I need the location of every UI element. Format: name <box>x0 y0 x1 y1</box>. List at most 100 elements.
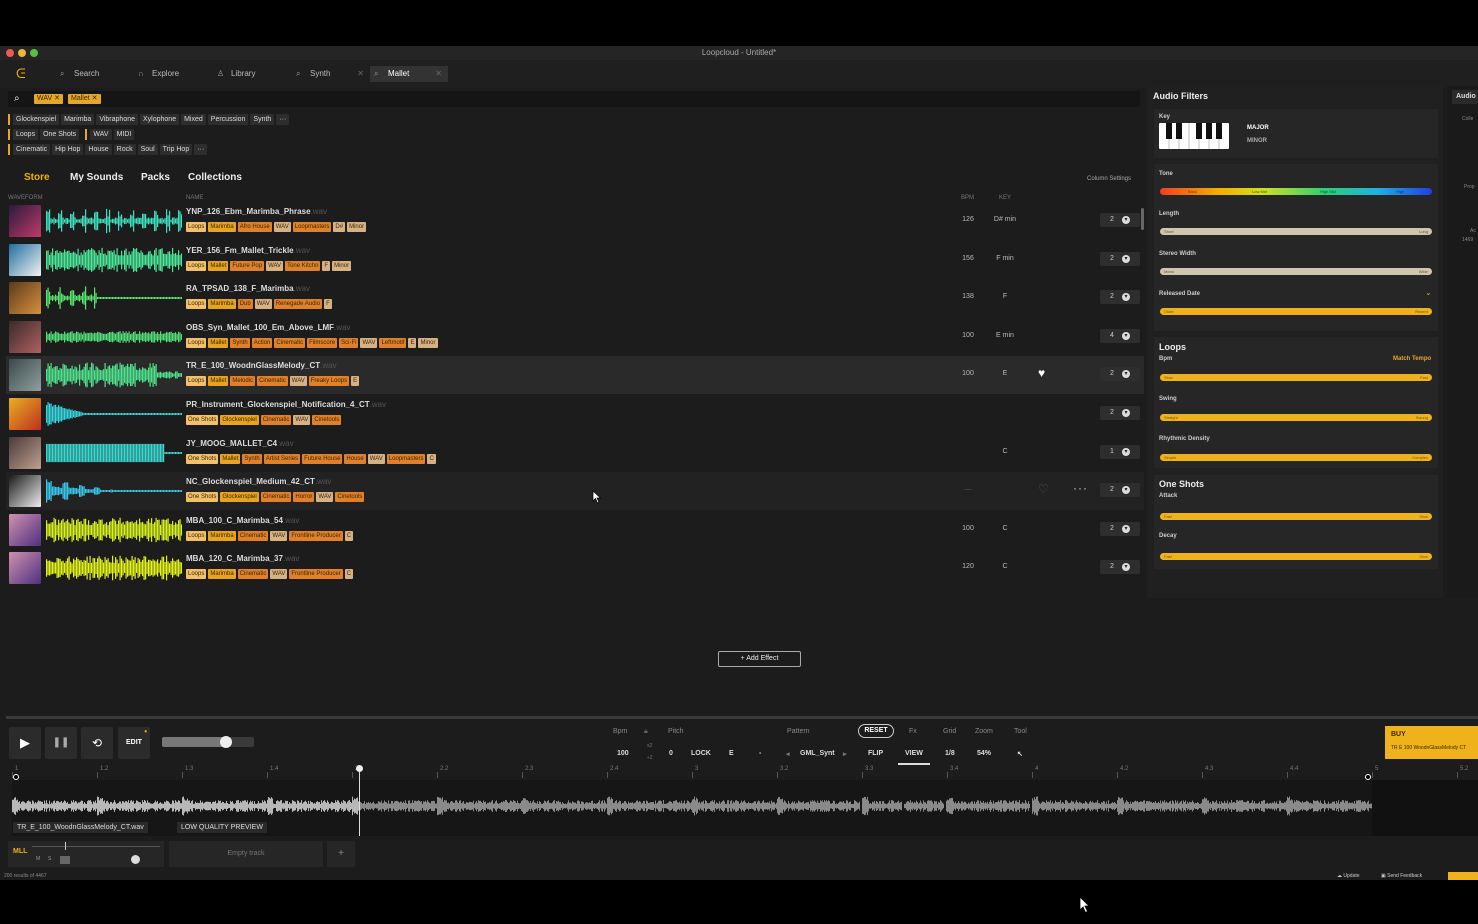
nav-store[interactable]: Store <box>24 172 50 183</box>
tag-chip[interactable]: E <box>351 376 360 387</box>
track-pan-handle[interactable] <box>65 842 66 850</box>
favorite-heart-icon[interactable]: ♥ <box>1038 366 1045 380</box>
search-bar[interactable]: ⌕ WAV ✕ Mallet ✕ <box>8 91 1140 107</box>
tag-chip[interactable]: Loops <box>186 569 207 580</box>
loopcloud-logo-icon[interactable]: ᕮ <box>16 67 30 81</box>
sample-waveform[interactable] <box>46 554 182 582</box>
tag-chip[interactable]: Cinematic <box>260 492 292 503</box>
tag-chip[interactable]: D# <box>333 222 346 232</box>
filter-chip[interactable]: Rock <box>113 144 136 155</box>
tag-chip[interactable]: Cinematic <box>274 337 306 348</box>
pack-artwork[interactable] <box>9 205 41 237</box>
tone-slider[interactable]: Bass Low Mid High Mid High <box>1160 188 1432 195</box>
filter-chip[interactable]: WAV <box>90 129 112 140</box>
tag-chip[interactable]: Loopmasters <box>386 453 426 464</box>
sample-row[interactable]: RA_TPSAD_138_F_Marimba.wav Loops Marimba Du… <box>6 279 1144 317</box>
sample-waveform[interactable] <box>46 477 182 505</box>
pack-artwork[interactable] <box>9 513 41 546</box>
tag-chip[interactable]: Filmscore <box>307 337 338 348</box>
flip-button[interactable]: FLIP <box>868 750 883 757</box>
filter-chip[interactable]: Hip Hop <box>52 144 84 155</box>
track-volume-knob[interactable] <box>131 855 140 864</box>
tag-chip[interactable]: Glockenspiel <box>220 415 259 425</box>
tag-chip[interactable]: Minor <box>347 222 367 232</box>
timeline-ruler[interactable]: 11.21.31.422.22.32.433.23.33.444.24.34.4… <box>12 764 1478 778</box>
length-slider[interactable]: Short Long <box>1160 228 1432 235</box>
tag-chip[interactable]: F <box>322 260 331 271</box>
tag-chip[interactable]: WAV <box>270 569 288 580</box>
tab-audio[interactable]: Audio <box>1452 90 1478 104</box>
sample-row[interactable]: OBS_Syn_Mallet_100_Em_Above_LMF.wav Loops… <box>6 318 1144 356</box>
tag-chip[interactable]: WAV <box>273 222 291 232</box>
tag-chip[interactable]: WAV <box>316 492 334 503</box>
loop-start-marker[interactable] <box>13 774 19 780</box>
tag-chip[interactable]: Melodic <box>230 376 256 387</box>
tag-chip[interactable]: Cinematic <box>260 415 292 425</box>
download-button[interactable]: 2 ▾ <box>1100 483 1140 498</box>
more-options-icon[interactable]: ··· <box>1073 481 1088 495</box>
tag-chip[interactable]: One Shots <box>186 492 219 503</box>
tag-chip[interactable]: Frontline Producer <box>289 530 343 541</box>
tag-chip[interactable]: Tone Kitchn <box>285 260 321 271</box>
sample-row[interactable]: YNP_126_Ebm_Marimba_Phrase.wav Loops Marim… <box>6 202 1144 240</box>
tag-chip[interactable]: E <box>408 337 417 348</box>
minor-toggle[interactable]: MINOR <box>1247 138 1267 144</box>
sample-name[interactable]: RA_TPSAD_138_F_Marimba.wav <box>186 284 310 293</box>
filter-chip[interactable]: One Shots <box>40 129 80 140</box>
filter-chip[interactable]: Vibraphone <box>96 114 138 125</box>
tag-chip[interactable]: WAV <box>367 453 385 464</box>
tag-chip[interactable]: Marimba <box>208 569 236 580</box>
sample-row[interactable]: YER_156_Fm_Mallet_Trickle.wav Loops Mallet… <box>6 241 1144 279</box>
filter-chip[interactable]: Marimba <box>61 114 95 125</box>
tag-chip[interactable]: Synth <box>242 453 262 464</box>
close-tab-icon[interactable]: ✕ <box>357 66 364 82</box>
sample-waveform[interactable] <box>46 207 182 235</box>
filter-chip[interactable]: Loops <box>13 129 39 140</box>
volume-slider[interactable] <box>162 736 254 748</box>
released-date-slider[interactable]: Older Recent <box>1160 308 1432 315</box>
pack-artwork[interactable] <box>9 359 41 392</box>
half-bpm-button[interactable]: ÷2 <box>647 755 653 761</box>
tag-chip[interactable]: Cinetools <box>312 415 342 425</box>
download-button[interactable]: 4 ▾ <box>1100 328 1140 343</box>
tag-chip[interactable]: Loops <box>186 260 207 271</box>
tag-chip[interactable]: Cinematic <box>237 530 269 541</box>
sample-waveform[interactable] <box>46 246 182 274</box>
sample-waveform[interactable] <box>46 400 182 428</box>
tag-chip[interactable]: Mallet <box>208 260 229 271</box>
piano-keyboard-icon[interactable] <box>1159 123 1229 149</box>
chevron-down-icon[interactable]: ⌄ <box>1425 288 1432 297</box>
tag-chip[interactable]: Sci-Fi <box>339 337 359 348</box>
chevron-left-icon[interactable]: ◂ <box>786 750 790 758</box>
filter-chip[interactable]: MIDI <box>113 129 135 140</box>
tag-chip[interactable]: Marimba <box>208 299 236 310</box>
add-track-button[interactable]: + <box>327 841 355 867</box>
pack-artwork[interactable] <box>9 320 41 353</box>
pointer-tool-icon[interactable]: ↖ <box>1017 750 1023 758</box>
tag-chip[interactable]: Artist Series <box>263 453 301 464</box>
sample-waveform[interactable] <box>46 439 182 467</box>
tag-chip[interactable]: Mallet <box>220 453 241 464</box>
tag-chip[interactable]: Minor <box>332 260 352 271</box>
tag-chip[interactable]: WAV <box>266 260 284 271</box>
tag-chip[interactable]: Horror <box>293 492 315 503</box>
match-tempo-toggle[interactable]: Match Tempo <box>1393 356 1431 362</box>
filter-chip[interactable]: Xylophone <box>140 114 180 125</box>
send-feedback-button[interactable]: ▣ Send Feedback <box>1381 873 1422 879</box>
tag-chip[interactable]: F <box>324 299 332 310</box>
pause-button[interactable]: ❚❚ <box>45 727 77 759</box>
nav-my-sounds[interactable]: My Sounds <box>70 172 123 183</box>
tag-chip[interactable]: Loopmasters <box>292 222 332 232</box>
more-filters-button[interactable]: ··· <box>276 114 290 125</box>
column-header-name[interactable]: NAME <box>186 195 203 201</box>
pack-artwork[interactable] <box>9 282 41 315</box>
account-button[interactable] <box>1448 872 1478 880</box>
tag-chip[interactable]: One Shots <box>186 453 219 464</box>
filter-chip[interactable]: Mixed <box>181 114 206 125</box>
tag-chip[interactable]: Mallet <box>208 376 229 387</box>
tag-chip[interactable]: WAV <box>270 530 288 541</box>
tab-library[interactable]: ♙ Library <box>213 66 291 82</box>
download-button[interactable]: 2 ▾ <box>1100 367 1140 382</box>
sample-name[interactable]: YER_156_Fm_Mallet_Trickle.wav <box>186 246 310 255</box>
tag-chip[interactable]: Loops <box>186 376 207 387</box>
